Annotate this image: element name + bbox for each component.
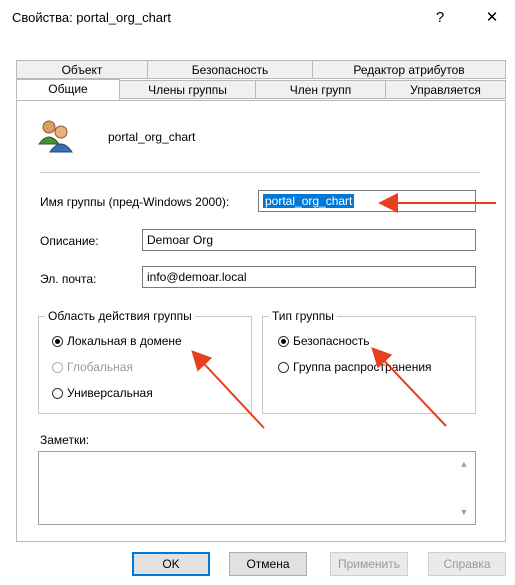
annotation-arrow-type — [371, 347, 447, 427]
annotation-arrows — [191, 193, 496, 429]
annotation-arrow-scope — [191, 350, 265, 429]
